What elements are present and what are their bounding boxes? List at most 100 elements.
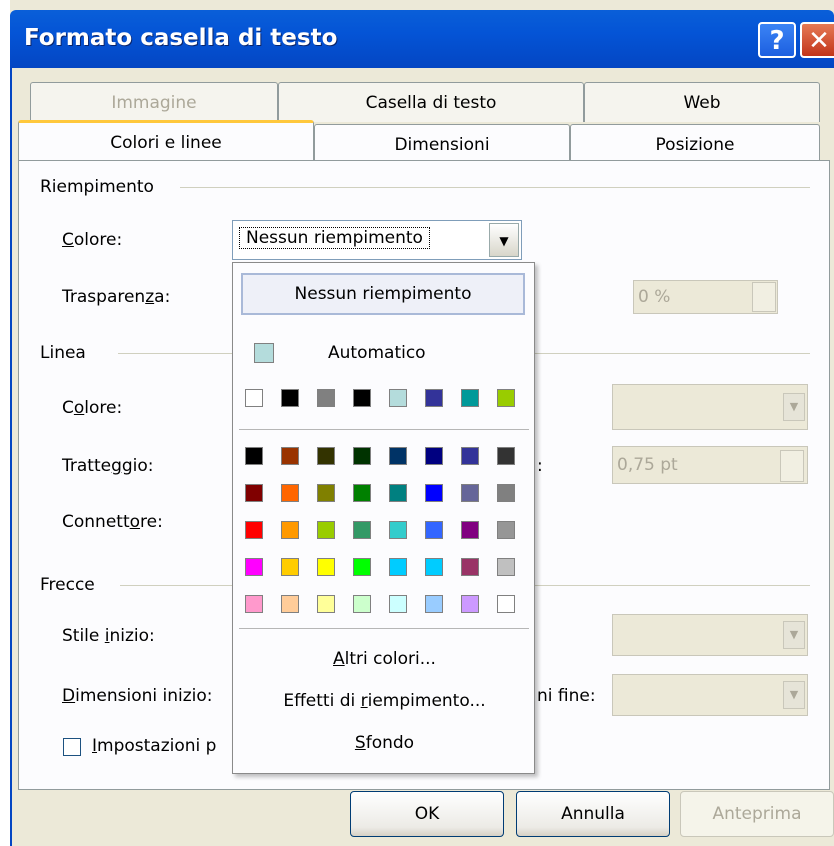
color-swatch[interactable] xyxy=(281,484,299,502)
color-swatch[interactable] xyxy=(461,595,479,613)
color-swatch[interactable] xyxy=(425,521,443,539)
end-size-dropdown[interactable]: ▼ xyxy=(612,674,808,716)
background-option[interactable]: Sfondo xyxy=(233,733,536,753)
color-swatch[interactable] xyxy=(317,389,335,407)
fill-color-value: Nessun riempimento xyxy=(239,227,430,249)
color-swatch[interactable] xyxy=(497,595,515,613)
chevron-down-icon: ▼ xyxy=(783,681,805,709)
transparency-value: 0 % xyxy=(638,287,671,307)
tab-posizione[interactable]: Posizione xyxy=(570,124,820,164)
fill-effects-option[interactable]: Effetti di riempimento... xyxy=(233,691,536,711)
color-swatch[interactable] xyxy=(461,558,479,576)
color-swatch[interactable] xyxy=(425,558,443,576)
color-swatch[interactable] xyxy=(389,521,407,539)
fill-color-dropdown[interactable]: Nessun riempimento ▼ xyxy=(232,220,522,260)
color-picker-popup: Nessun riempimento Automatico Altri colo… xyxy=(232,262,535,774)
color-swatch[interactable] xyxy=(245,484,263,502)
color-swatch[interactable] xyxy=(353,521,371,539)
color-swatch[interactable] xyxy=(389,389,407,407)
color-swatch[interactable] xyxy=(425,595,443,613)
color-swatch[interactable] xyxy=(245,558,263,576)
line-color-dropdown[interactable]: ▼ xyxy=(612,384,808,430)
start-style-label: Stile inizio: xyxy=(62,626,155,646)
tab-immagine: Immagine xyxy=(30,82,278,122)
weight-value: 0,75 pt xyxy=(617,455,678,475)
window-title: Formato casella di testo xyxy=(24,25,338,51)
color-swatch[interactable] xyxy=(245,389,263,407)
color-swatch[interactable] xyxy=(317,521,335,539)
automatic-option[interactable]: Automatico xyxy=(328,343,426,363)
group-label-line: Linea xyxy=(40,343,86,363)
color-swatch[interactable] xyxy=(281,389,299,407)
color-swatch[interactable] xyxy=(353,389,371,407)
help-button[interactable]: ? xyxy=(758,22,796,58)
weight-label: : xyxy=(537,456,543,476)
cancel-button[interactable]: Annulla xyxy=(516,791,670,837)
color-swatch[interactable] xyxy=(389,447,407,465)
color-swatch[interactable] xyxy=(353,558,371,576)
color-swatch[interactable] xyxy=(497,447,515,465)
tab-casella-di-testo[interactable]: Casella di testo xyxy=(278,82,584,122)
color-swatch[interactable] xyxy=(245,595,263,613)
color-swatch[interactable] xyxy=(389,484,407,502)
chevron-down-icon: ▼ xyxy=(783,621,805,649)
separator xyxy=(239,628,529,629)
color-swatch[interactable] xyxy=(281,558,299,576)
transparency-spinner[interactable] xyxy=(752,282,776,312)
fill-color-label: Colore: xyxy=(62,230,123,250)
end-style-dropdown[interactable]: ▼ xyxy=(612,614,808,656)
group-label-arrows: Frecce xyxy=(40,575,95,595)
color-swatch[interactable] xyxy=(281,521,299,539)
title-bar: Formato casella di testo ? ✕ xyxy=(10,10,834,68)
chevron-down-icon: ▼ xyxy=(783,393,805,421)
more-colors-option[interactable]: Altri colori... xyxy=(233,649,536,669)
tab-web[interactable]: Web xyxy=(584,82,820,122)
color-swatch[interactable] xyxy=(497,484,515,502)
color-swatch[interactable] xyxy=(425,484,443,502)
no-fill-option[interactable]: Nessun riempimento xyxy=(241,273,525,315)
color-swatch[interactable] xyxy=(281,447,299,465)
color-swatch[interactable] xyxy=(317,484,335,502)
line-color-label: Colore: xyxy=(62,398,123,418)
color-swatch[interactable] xyxy=(389,595,407,613)
color-swatch[interactable] xyxy=(245,521,263,539)
color-swatch[interactable] xyxy=(497,389,515,407)
color-swatch[interactable] xyxy=(317,447,335,465)
tab-dimensioni[interactable]: Dimensioni xyxy=(314,124,570,164)
chevron-down-icon[interactable]: ▼ xyxy=(489,223,519,257)
color-swatch[interactable] xyxy=(353,595,371,613)
color-swatch[interactable] xyxy=(425,389,443,407)
left-edge xyxy=(0,0,10,846)
color-swatch[interactable] xyxy=(353,484,371,502)
color-swatch[interactable] xyxy=(389,558,407,576)
connector-label: Connettore: xyxy=(62,512,163,532)
color-swatch[interactable] xyxy=(245,447,263,465)
color-swatch[interactable] xyxy=(461,484,479,502)
color-swatch[interactable] xyxy=(461,389,479,407)
automatic-swatch[interactable] xyxy=(254,343,274,363)
defaults-checkbox-label: Impostazioni p xyxy=(92,736,217,756)
color-swatch[interactable] xyxy=(317,558,335,576)
group-label-fill: Riempimento xyxy=(40,177,154,197)
tab-colori-e-linee[interactable]: Colori e linee xyxy=(18,120,314,162)
preview-button: Anteprima xyxy=(680,791,834,837)
color-swatch[interactable] xyxy=(461,521,479,539)
color-swatch[interactable] xyxy=(497,558,515,576)
dash-label: Tratteggio: xyxy=(62,456,154,476)
color-swatch[interactable] xyxy=(317,595,335,613)
separator xyxy=(239,429,529,430)
transparency-label: Trasparenza: xyxy=(62,287,171,307)
color-swatch[interactable] xyxy=(497,521,515,539)
ok-button[interactable]: OK xyxy=(350,791,504,837)
close-button[interactable]: ✕ xyxy=(800,22,834,58)
weight-spinner[interactable] xyxy=(780,450,804,482)
color-swatch[interactable] xyxy=(425,447,443,465)
weight-input[interactable]: 0,75 pt xyxy=(612,446,808,484)
defaults-checkbox[interactable] xyxy=(63,738,81,756)
start-size-label: Dimensioni inizio: xyxy=(62,686,213,706)
color-swatch[interactable] xyxy=(353,447,371,465)
color-swatch[interactable] xyxy=(281,595,299,613)
color-swatch[interactable] xyxy=(461,447,479,465)
end-size-label: ni fine: xyxy=(537,686,596,706)
group-divider xyxy=(180,187,810,188)
